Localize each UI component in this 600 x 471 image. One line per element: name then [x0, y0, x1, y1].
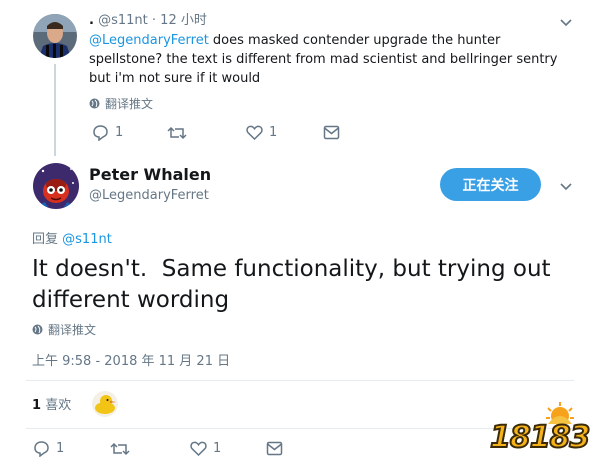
reply-tweet-handle[interactable]: @s11nt: [98, 13, 148, 28]
chevron-down-icon[interactable]: [559, 15, 573, 29]
s11nt-avatar[interactable]: [33, 14, 77, 58]
reply-count: 1: [115, 125, 124, 140]
chevron-down-icon[interactable]: [559, 179, 573, 193]
reply-icon: [34, 441, 49, 457]
reply-count: 1: [56, 441, 65, 456]
envelope-icon: [323, 125, 340, 140]
peter-whalen-avatar[interactable]: [33, 163, 79, 209]
likes-summary[interactable]: 1 喜欢: [32, 394, 71, 413]
retweet-button[interactable]: [110, 441, 130, 457]
like-count: 1: [213, 440, 222, 456]
reply-button[interactable]: 1: [33, 440, 64, 457]
reply-tweet-header: . @s11nt · 12 小时: [89, 9, 207, 28]
tweet-timestamp[interactable]: 上午 9:58 - 2018 年 11 月 21 日: [32, 350, 230, 369]
retweet-icon: [167, 126, 187, 140]
reply-icon: [93, 125, 108, 141]
thread-line: [54, 64, 56, 156]
translate-tweet-link[interactable]: 翻译推文: [89, 95, 153, 112]
display-name-dot[interactable]: .: [89, 13, 94, 28]
likes-label: 喜欢: [45, 398, 72, 413]
like-button[interactable]: 1: [190, 440, 221, 456]
mention-link[interactable]: @LegendaryFerret: [89, 33, 209, 48]
reply-tweet-text: @LegendaryFerret does masked contender u…: [89, 31, 569, 88]
direct-message-button[interactable]: [266, 441, 283, 456]
envelope-icon: [266, 441, 283, 456]
divider: [26, 380, 574, 381]
like-count: 1: [269, 124, 278, 140]
heart-icon: [190, 441, 207, 456]
liker-avatar[interactable]: [92, 391, 118, 417]
retweet-button[interactable]: [167, 125, 187, 141]
replying-handle-link[interactable]: @s11nt: [62, 232, 112, 247]
following-button[interactable]: 正在关注: [440, 168, 541, 201]
main-tweet-text: It doesn't. Same functionality, but tryi…: [32, 256, 558, 313]
likes-count: 1: [32, 398, 42, 413]
reply-tweet-time[interactable]: 12 小时: [160, 13, 207, 28]
direct-message-button[interactable]: [323, 125, 340, 140]
watermark-text: 18183: [489, 419, 591, 456]
replying-to: 回复 @s11nt: [32, 228, 112, 247]
heart-icon: [246, 125, 263, 140]
reply-button[interactable]: 1: [92, 124, 123, 141]
replying-label: 回复: [32, 232, 59, 247]
like-button[interactable]: 1: [246, 124, 277, 140]
translate-label: 翻译推文: [48, 323, 97, 337]
translate-tweet-link[interactable]: 翻译推文: [32, 321, 96, 338]
translate-label: 翻译推文: [105, 97, 154, 111]
globe-icon: [89, 98, 100, 109]
retweet-icon: [110, 442, 130, 456]
site-watermark-logo: 18183: [488, 398, 594, 464]
author-handle[interactable]: @LegendaryFerret: [89, 188, 209, 203]
author-display-name[interactable]: Peter Whalen: [89, 165, 211, 184]
globe-icon: [32, 324, 43, 335]
header-separator: ·: [151, 13, 157, 28]
